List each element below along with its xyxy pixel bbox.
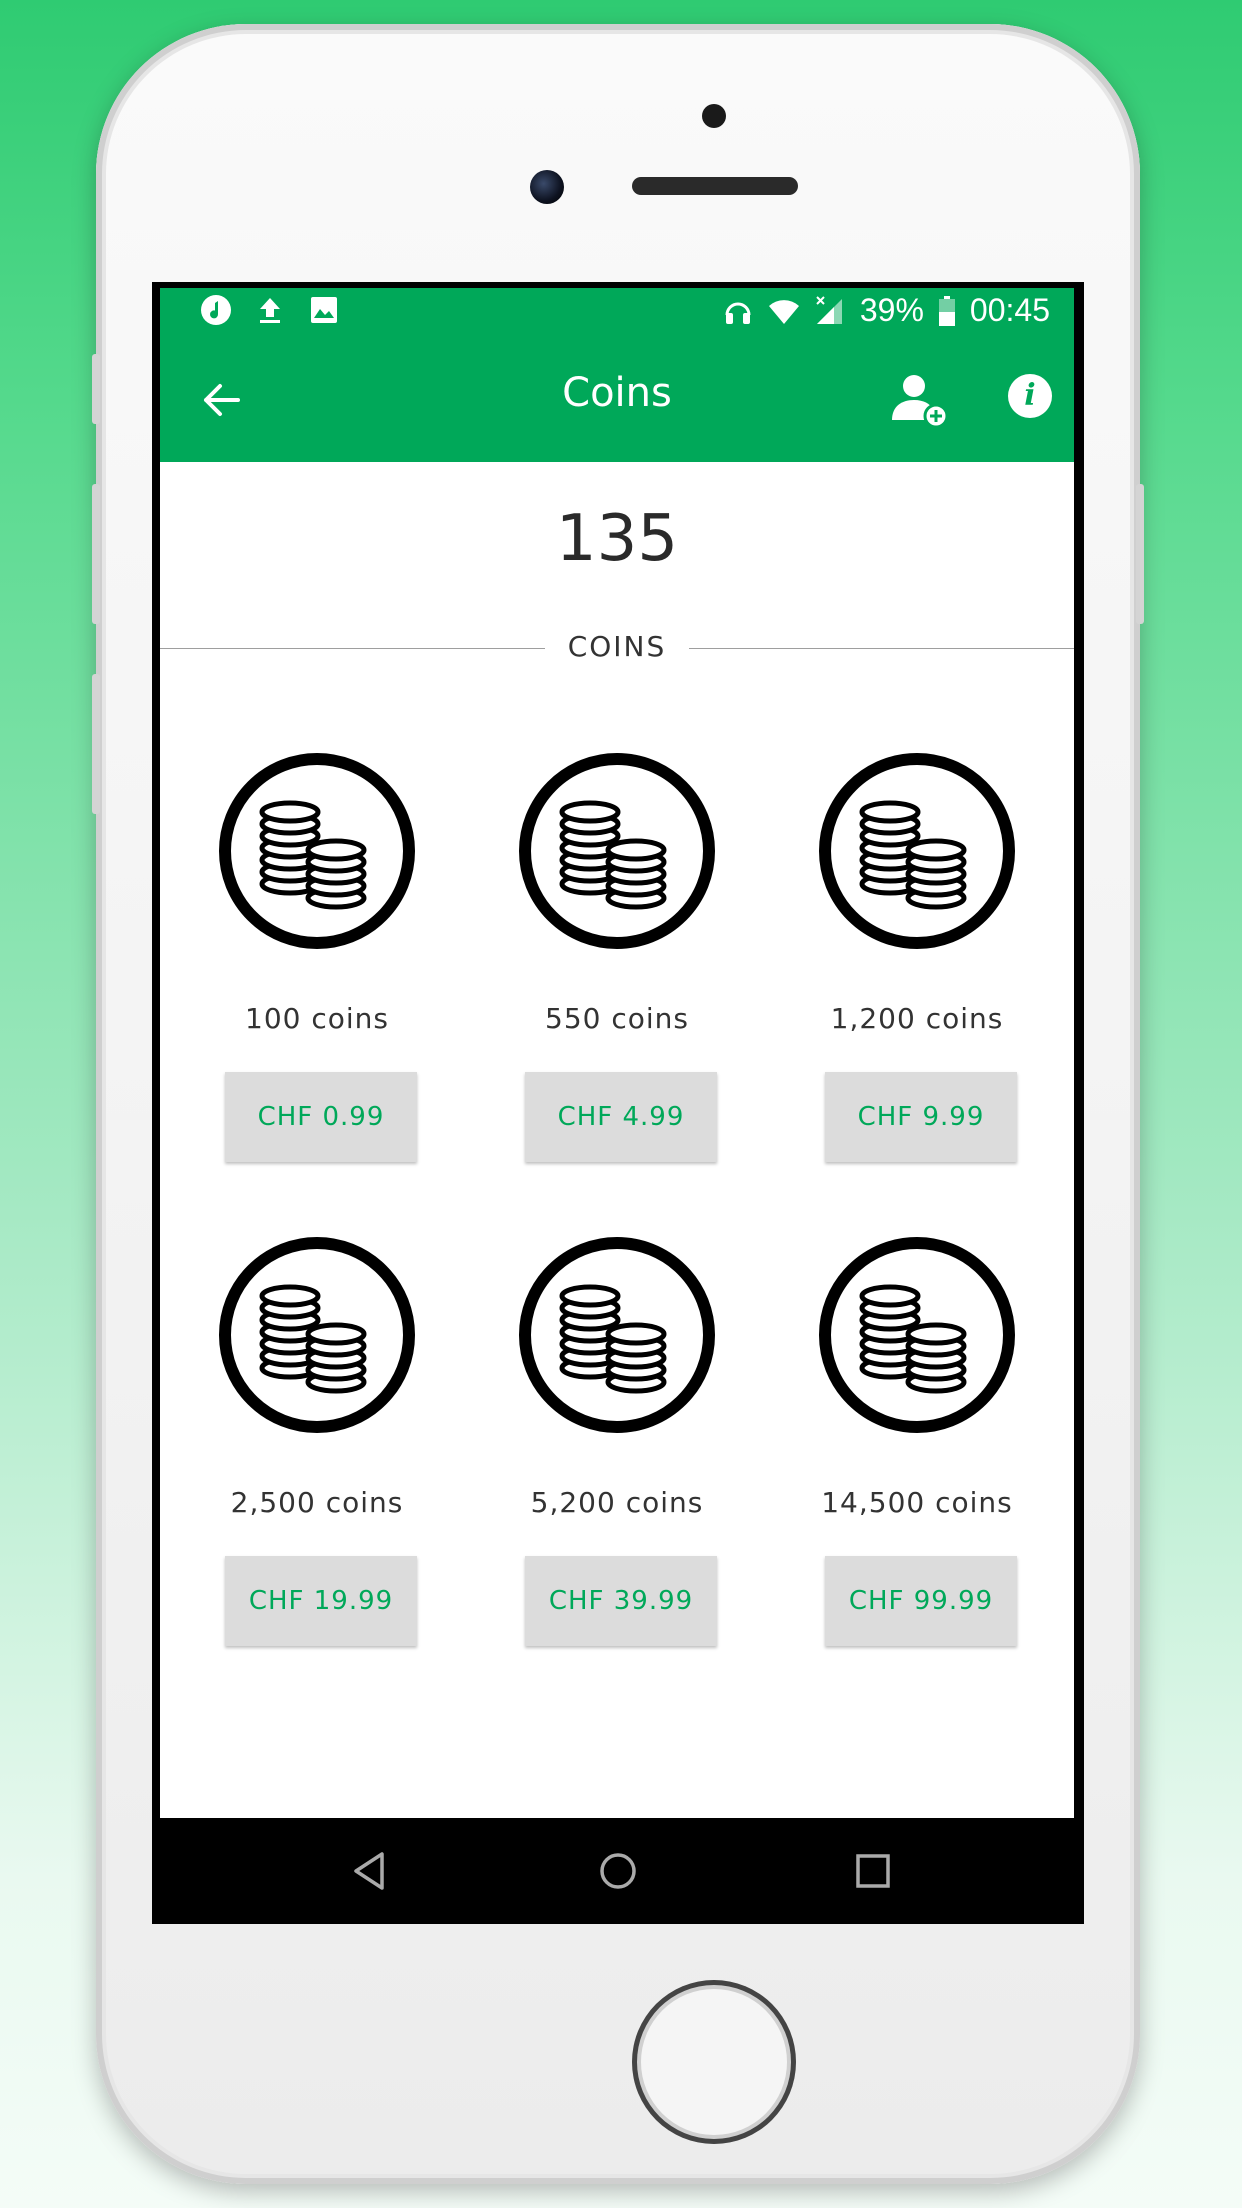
coin-stack-icon: [819, 753, 1015, 949]
status-bar: 39% 00:45: [160, 288, 1074, 336]
battery-percent: 39%: [859, 292, 924, 328]
buy-button[interactable]: CHF 0.99: [225, 1072, 417, 1162]
buy-button[interactable]: CHF 19.99: [225, 1556, 417, 1646]
cell-signal-icon: [816, 295, 842, 324]
buy-button[interactable]: CHF 4.99: [525, 1072, 717, 1162]
volume-down-button: [92, 674, 100, 814]
mute-switch: [92, 354, 100, 424]
coin-stack-icon: [819, 1237, 1015, 1433]
status-time: 00:45: [969, 292, 1050, 328]
section-label: COINS: [545, 630, 689, 663]
home-button[interactable]: [632, 1980, 796, 2144]
system-nav-bar: [152, 1818, 1084, 1924]
package-amount: 14,500 coins: [821, 1486, 1013, 1519]
image-icon: [311, 297, 337, 323]
upload-icon: [260, 298, 280, 323]
front-camera: [530, 170, 564, 204]
package-amount: 5,200 coins: [530, 1486, 704, 1519]
buy-button[interactable]: CHF 39.99: [525, 1556, 717, 1646]
coin-stack-icon: [519, 1237, 715, 1433]
buy-button[interactable]: CHF 99.99: [825, 1556, 1017, 1646]
coin-stack-icon: [219, 1237, 415, 1433]
wifi-icon: [768, 299, 799, 324]
app-bar: Coins i: [160, 336, 1074, 462]
power-button: [1136, 484, 1144, 624]
info-icon[interactable]: i: [1008, 374, 1052, 418]
coin-stack-icon: [219, 753, 415, 949]
package-amount: 1,200 coins: [830, 1002, 1004, 1035]
battery-icon: [938, 295, 955, 326]
back-triangle-icon[interactable]: [348, 1848, 394, 1894]
coins-content: 135 COINS 100 coins CHF 0.99 550 coins C…: [160, 462, 1074, 1818]
package-amount: 550 coins: [545, 1002, 689, 1035]
coin-stack-icon: [519, 753, 715, 949]
coin-balance: 135: [555, 502, 679, 576]
package-amount: 100 coins: [245, 1002, 389, 1035]
earpiece-speaker: [632, 177, 798, 195]
proximity-sensor: [702, 104, 726, 128]
buy-button[interactable]: CHF 9.99: [825, 1072, 1017, 1162]
music-note-icon: [201, 295, 231, 325]
home-circle-icon[interactable]: [595, 1848, 641, 1894]
headphones-icon: [725, 302, 751, 324]
add-user-icon[interactable]: [890, 372, 950, 428]
recents-square-icon[interactable]: [850, 1848, 896, 1894]
volume-up-button: [92, 484, 100, 624]
package-amount: 2,500 coins: [230, 1486, 404, 1519]
screen: 39% 00:45 Coins i 135 COINS 100 coins CH…: [152, 282, 1084, 1924]
